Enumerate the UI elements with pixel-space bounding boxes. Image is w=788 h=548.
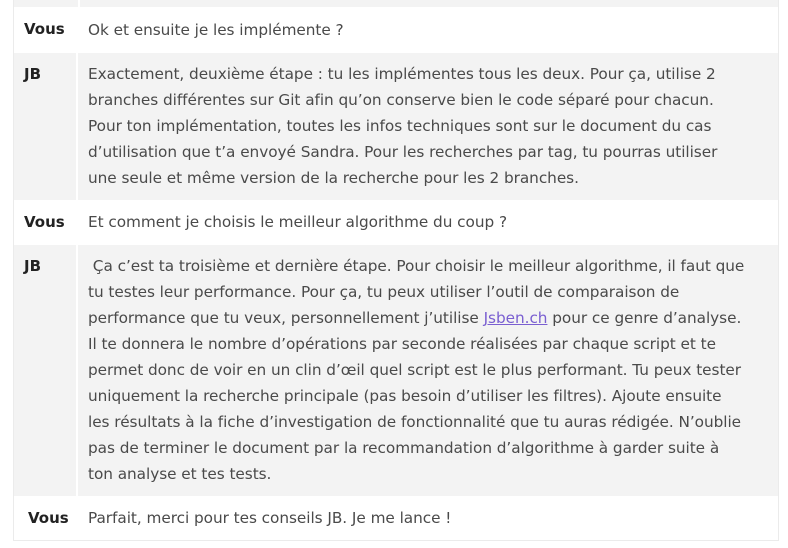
table-row: JB Ça c’est ta troisième et dernière éta… — [14, 245, 778, 496]
table-row: JB Exactement, deuxième étape : tu les i… — [14, 53, 778, 200]
speaker-label: Vous — [14, 200, 78, 245]
message-text: Ça c’est ta troisième et dernière étape.… — [88, 257, 745, 483]
speaker-label: JB — [14, 245, 78, 496]
speaker-label: JB — [14, 53, 78, 200]
speaker-label: Vous — [14, 7, 78, 53]
jsben-link[interactable]: Jsben.ch — [484, 309, 548, 327]
message-text: Parfait, merci pour tes conseils JB. Je … — [88, 509, 452, 527]
previous-row-edge — [14, 0, 778, 7]
message-text: Et comment je choisis le meilleur algori… — [88, 213, 508, 231]
table-row: Vous Et comment je choisis le meilleur a… — [14, 200, 778, 245]
message-text: Exactement, deuxième étape : tu les impl… — [88, 65, 718, 187]
message-text: Ok et ensuite je les implémente ? — [88, 21, 344, 39]
speaker-label: Vous — [14, 496, 78, 540]
table-row: Vous Parfait, merci pour tes conseils JB… — [14, 496, 778, 540]
conversation-table: Vous Ok et ensuite je les implémente ? J… — [13, 0, 779, 541]
table-row: Vous Ok et ensuite je les implémente ? — [14, 7, 778, 53]
